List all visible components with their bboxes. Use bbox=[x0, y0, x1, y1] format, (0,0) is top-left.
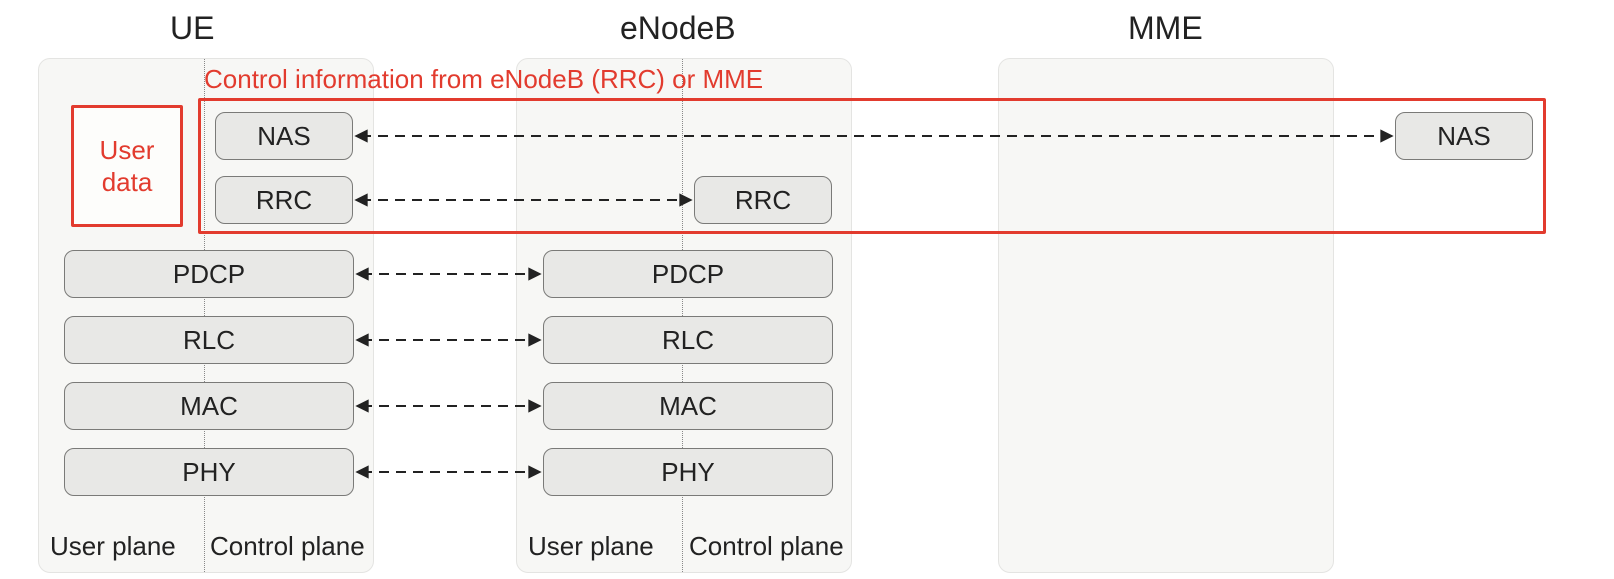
title-ue: UE bbox=[170, 10, 214, 47]
enb-rlc-box: RLC bbox=[543, 316, 833, 364]
ue-rrc-box: RRC bbox=[215, 176, 353, 224]
control-info-caption: Control information from eNodeB (RRC) or… bbox=[204, 64, 763, 95]
user-data-label: Userdata bbox=[100, 134, 155, 199]
title-enodeb: eNodeB bbox=[620, 10, 736, 47]
enb-phy-box: PHY bbox=[543, 448, 833, 496]
enb-control-plane-label: Control plane bbox=[689, 531, 844, 562]
enb-pdcp-box: PDCP bbox=[543, 250, 833, 298]
control-info-frame bbox=[198, 98, 1546, 234]
ue-nas-box: NAS bbox=[215, 112, 353, 160]
enb-rrc-box: RRC bbox=[694, 176, 832, 224]
title-mme: MME bbox=[1128, 10, 1203, 47]
ue-user-plane-label: User plane bbox=[50, 531, 176, 562]
ue-pdcp-box: PDCP bbox=[64, 250, 354, 298]
ue-mac-box: MAC bbox=[64, 382, 354, 430]
mme-nas-box: NAS bbox=[1395, 112, 1533, 160]
enb-user-plane-label: User plane bbox=[528, 531, 654, 562]
user-data-box: Userdata bbox=[71, 105, 183, 227]
ue-control-plane-label: Control plane bbox=[210, 531, 365, 562]
enb-mac-box: MAC bbox=[543, 382, 833, 430]
ue-phy-box: PHY bbox=[64, 448, 354, 496]
ue-rlc-box: RLC bbox=[64, 316, 354, 364]
